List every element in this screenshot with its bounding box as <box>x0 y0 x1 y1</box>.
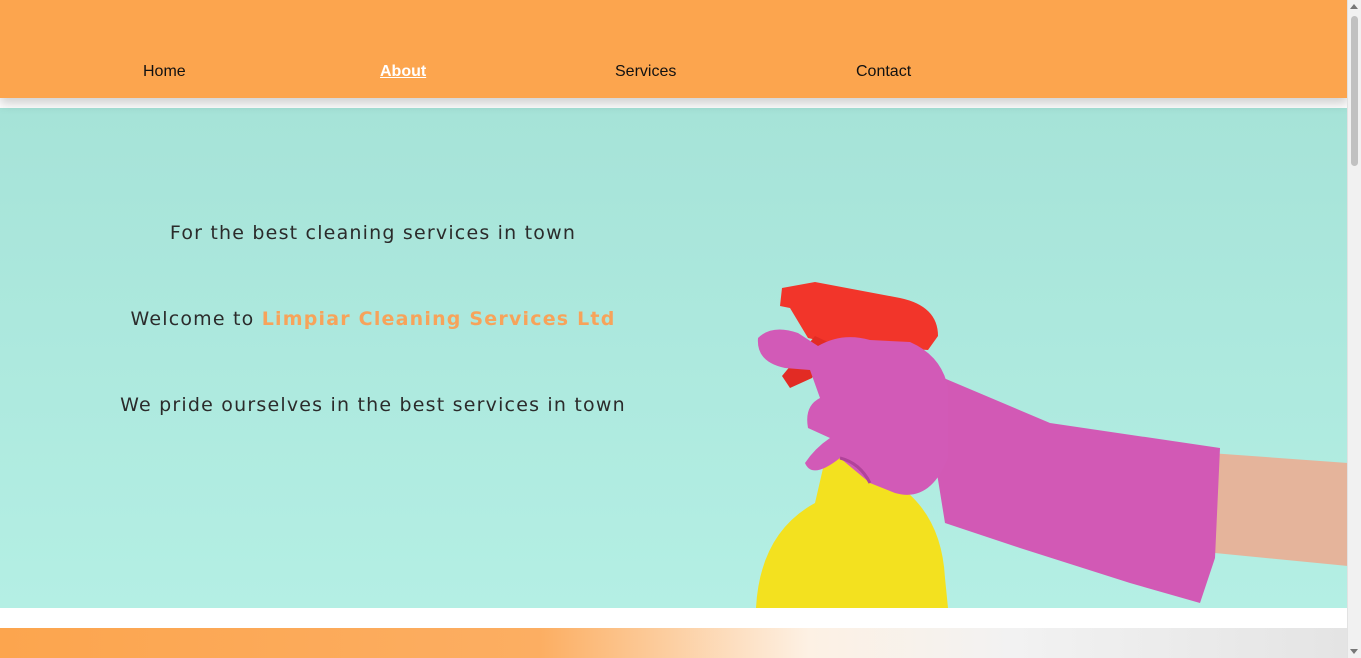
spray-bottle-glove-icon <box>756 282 1348 608</box>
next-section-band <box>0 628 1348 658</box>
hero-welcome: Welcome to Limpiar Cleaning Services Ltd <box>0 308 746 330</box>
page-scrollbar[interactable] <box>1347 0 1361 658</box>
top-navbar: Home About Services Contact <box>0 0 1348 98</box>
hero-brand-name: Limpiar Cleaning Services Ltd <box>261 308 616 330</box>
nav-contact-link[interactable]: Contact <box>856 63 911 81</box>
scroll-up-icon[interactable] <box>1350 4 1358 9</box>
nav-about-link[interactable]: About <box>380 63 426 81</box>
hero-welcome-prefix: Welcome to <box>130 308 255 330</box>
nav-services-link[interactable]: Services <box>615 63 676 81</box>
hero-tagline: For the best cleaning services in town <box>169 222 577 244</box>
hero-subtitle: We pride ourselves in the best services … <box>120 394 626 416</box>
hero-section: For the best cleaning services in town W… <box>0 108 1348 608</box>
scroll-down-icon[interactable] <box>1350 649 1358 654</box>
scrollbar-thumb[interactable] <box>1351 16 1358 166</box>
forearm-shape <box>1210 453 1348 566</box>
nav-home-link[interactable]: Home <box>143 63 186 81</box>
glove-sleeve-shape <box>920 368 1220 603</box>
